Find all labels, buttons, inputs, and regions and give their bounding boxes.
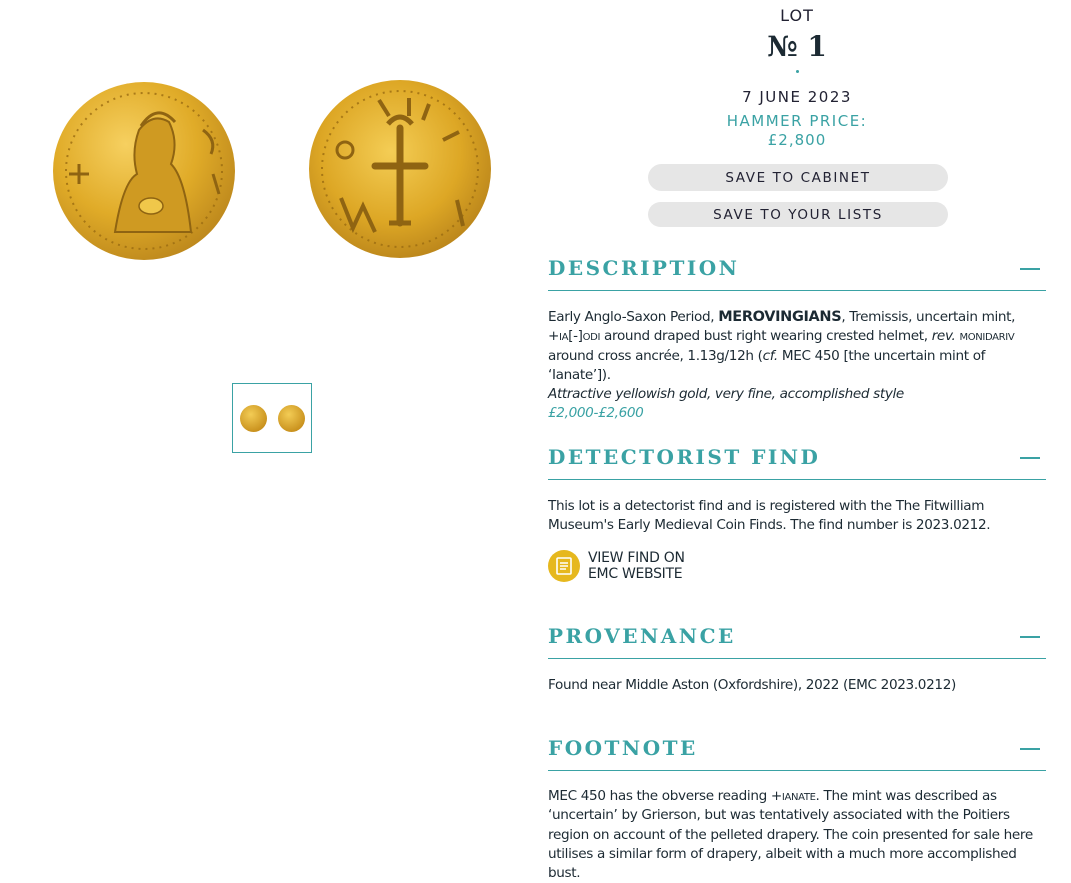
lot-label: LOT bbox=[780, 6, 814, 25]
save-to-cabinet-button[interactable]: SAVE TO CABINET bbox=[648, 164, 948, 191]
divider-dot bbox=[796, 70, 799, 73]
description-title: DESCRIPTION bbox=[548, 256, 740, 280]
estimate: £2,000-£2,600 bbox=[548, 405, 644, 422]
provenance-title: PROVENANCE bbox=[548, 624, 736, 648]
provenance-text: Found near Middle Aston (Oxfordshire), 2… bbox=[548, 677, 956, 693]
obverse-legend: +ia[-]odi bbox=[548, 328, 601, 345]
description-denomination: , Tremissis, uncertain mint, bbox=[841, 309, 1016, 325]
collapse-icon[interactable] bbox=[1020, 748, 1040, 750]
description-ruler: MEROVINGIANS bbox=[718, 309, 842, 325]
save-to-lists-button[interactable]: SAVE TO YOUR LISTS bbox=[648, 202, 948, 227]
coin-obverse-image[interactable] bbox=[53, 82, 235, 260]
view-emc-link-text[interactable]: VIEW FIND ON EMC WEBSITE bbox=[588, 550, 685, 582]
description-condition: Attractive yellowish gold, very fine, ac… bbox=[548, 386, 904, 403]
view-emc-link[interactable]: VIEW FIND ON EMC WEBSITE bbox=[548, 549, 748, 583]
footnote-title: FOOTNOTE bbox=[548, 736, 698, 760]
description-obverse: around draped bust right wearing crested… bbox=[600, 328, 932, 345]
detectorist-text: This lot is a detectorist find and is re… bbox=[548, 498, 991, 534]
coin-obverse-art bbox=[65, 92, 223, 250]
hammer-price-value: £2,800 bbox=[767, 131, 827, 149]
description-section-header[interactable]: DESCRIPTION bbox=[548, 256, 1046, 291]
detectorist-section-header[interactable]: DETECTORIST FIND bbox=[548, 445, 1046, 480]
detectorist-title: DETECTORIST FIND bbox=[548, 445, 821, 469]
description-body: Early Anglo-Saxon Period, MEROVINGIANS, … bbox=[548, 308, 1046, 424]
footnote-section-header[interactable]: FOOTNOTE bbox=[548, 736, 1046, 771]
reverse-legend: monidariv bbox=[955, 328, 1015, 345]
auction-date: 7 JUNE 2023 bbox=[742, 88, 852, 106]
description-reverse: around cross ancrée, 1.13g/12h ( bbox=[548, 347, 763, 364]
thumbnail-reverse bbox=[278, 405, 305, 432]
coin-reverse-image[interactable] bbox=[309, 80, 491, 258]
collapse-icon[interactable] bbox=[1020, 268, 1040, 270]
collapse-icon[interactable] bbox=[1020, 457, 1040, 459]
reverse-abbr: rev. bbox=[931, 328, 956, 345]
footnote-text: MEC 450 has the obverse reading +ianate.… bbox=[548, 787, 1046, 883]
cf-abbr: cf. bbox=[762, 347, 779, 364]
gallery-thumbnail[interactable] bbox=[232, 383, 312, 453]
view-emc-line2: EMC WEBSITE bbox=[588, 566, 683, 582]
description-intro: Early Anglo-Saxon Period, bbox=[548, 309, 719, 325]
coin-reverse-art bbox=[321, 90, 479, 248]
view-emc-line1: VIEW FIND ON bbox=[588, 550, 685, 566]
provenance-section-header[interactable]: PROVENANCE bbox=[548, 624, 1046, 659]
lot-number: № 1 bbox=[767, 30, 827, 63]
document-icon bbox=[548, 550, 580, 582]
collapse-icon[interactable] bbox=[1020, 636, 1040, 638]
thumbnail-obverse bbox=[240, 405, 267, 432]
footnote-part-a: MEC 450 has the obverse reading bbox=[548, 788, 771, 804]
footnote-legend: +ianate bbox=[770, 788, 816, 804]
hammer-price-label: HAMMER PRICE: bbox=[726, 112, 868, 130]
